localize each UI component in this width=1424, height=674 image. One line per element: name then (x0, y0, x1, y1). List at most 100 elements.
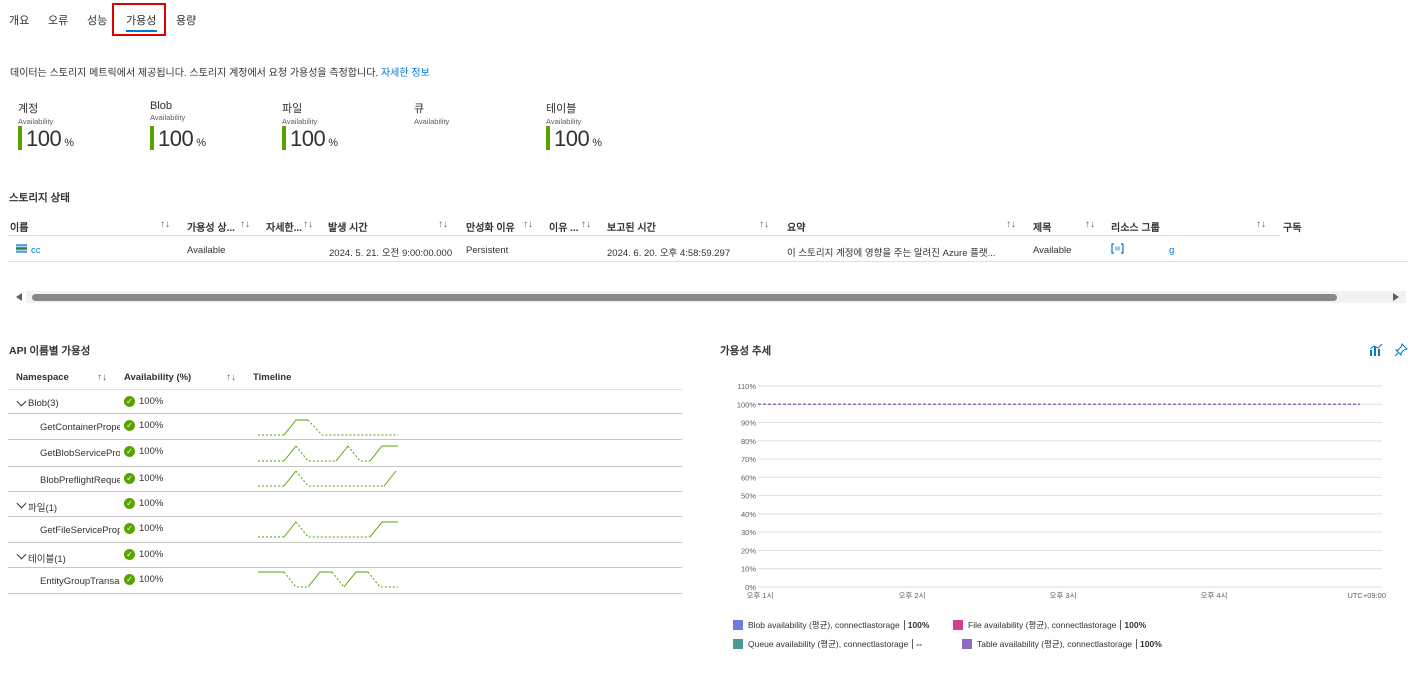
group-label: 파일 (28, 503, 46, 514)
tile-title: 큐 (414, 103, 425, 115)
col-name[interactable]: 이름 (10, 219, 28, 234)
availability-value: ✓ 100% (124, 446, 163, 457)
legend-swatch (733, 620, 743, 630)
tile-subtitle: Availability (282, 117, 318, 126)
sort-icon[interactable]: ↑↓ (226, 372, 236, 383)
sort-icon[interactable]: ↑↓ (1256, 219, 1266, 230)
sort-icon[interactable]: ↑↓ (97, 372, 107, 383)
availability-text: 100% (139, 498, 164, 509)
tab-capacity[interactable]: 용량 (176, 12, 196, 28)
col-title[interactable]: 제목 (1033, 219, 1051, 234)
sort-icon[interactable]: ↑↓ (160, 219, 170, 230)
api-group-row-table[interactable]: 테이블(1) ✓ 100% (8, 543, 682, 568)
legend-item[interactable]: Table availability (평균), connectlastorag… (962, 638, 1162, 650)
col-subscription[interactable]: 구독 (1283, 219, 1301, 234)
chevron-down-icon[interactable] (16, 396, 27, 407)
col-timeline[interactable]: Timeline (253, 372, 291, 383)
tile-title: 테이블 (546, 103, 577, 115)
tile-unit: % (196, 137, 206, 149)
horizontal-scrollbar-thumb[interactable] (32, 294, 1337, 301)
col-availability-pct[interactable]: Availability (%) (124, 372, 191, 383)
tile-value: 100 (554, 126, 590, 151)
api-row[interactable]: BlobPreflightRequest ✓ 100% (8, 467, 682, 492)
api-group-row-blob[interactable]: Blob(3) ✓ 100% (8, 390, 682, 414)
sort-icon[interactable]: ↑↓ (1006, 219, 1016, 230)
col-reason[interactable]: 이유 ... (549, 219, 579, 234)
col-reported[interactable]: 보고된 시간 (607, 219, 656, 234)
col-availability[interactable]: 가용성 상... (187, 219, 235, 234)
legend-label: Blob availability (평균), connectlastorage (748, 620, 900, 630)
api-name: GetFileServiceProperties (40, 525, 120, 536)
tab-errors[interactable]: 오류 (48, 12, 68, 28)
trend-title: 가용성 추세 (720, 345, 772, 357)
sort-icon[interactable]: ↑↓ (240, 219, 250, 230)
tile-account[interactable]: 계정 Availability 100% (18, 100, 138, 154)
learn-more-link[interactable]: 자세한 정보 (381, 68, 430, 79)
cell-reported: 2024. 6. 20. 오후 4:58:59.297 (607, 248, 731, 259)
scroll-left-arrow-icon[interactable] (16, 293, 22, 301)
tile-unit: % (592, 137, 602, 149)
legend-item[interactable]: Queue availability (평균), connectlastorag… (733, 638, 922, 650)
scroll-right-arrow-icon[interactable] (1393, 293, 1399, 301)
metrics-chart-icon[interactable] (1369, 343, 1383, 357)
y-tick-label: 80% (741, 437, 756, 446)
timeline-sparkline (258, 419, 398, 436)
api-name: GetContainerProperties (40, 422, 120, 433)
sort-icon[interactable]: ↑↓ (581, 219, 591, 230)
timezone-label: UTC+09:00 (1347, 591, 1386, 600)
availability-text: 100% (139, 549, 164, 560)
tile-file[interactable]: 파일 Availability 100% (282, 100, 402, 154)
pin-icon[interactable] (1394, 343, 1408, 357)
api-row[interactable]: EntityGroupTransaction ✓ 100% (8, 568, 682, 594)
tile-title: Blob (150, 100, 173, 112)
check-circle-icon: ✓ (124, 574, 135, 585)
check-circle-icon: ✓ (124, 523, 135, 534)
availability-text: 100% (139, 523, 164, 534)
storage-account-icon (16, 244, 27, 253)
tab-bar: 개요 오류 성능 가용성 용량 (0, 0, 300, 38)
col-namespace[interactable]: Namespace (16, 372, 69, 383)
tab-overview[interactable]: 개요 (9, 12, 29, 28)
tile-queue[interactable]: 큐 Availability (414, 100, 534, 154)
check-circle-icon: ✓ (124, 498, 135, 509)
api-name: BlobPreflightRequest (40, 475, 120, 486)
api-row[interactable]: GetContainerProperties ✓ 100% (8, 414, 682, 440)
col-details[interactable]: 자세한... (266, 219, 302, 234)
y-tick-label: 40% (741, 510, 756, 519)
col-summary[interactable]: 요약 (787, 219, 805, 234)
col-occurred[interactable]: 발생 시간 (328, 219, 368, 234)
tile-table[interactable]: 테이블 Availability 100% (546, 100, 666, 154)
tile-unit: % (328, 137, 338, 149)
y-tick-label: 10% (741, 565, 756, 574)
availability-value: ✓ 100% (124, 473, 163, 484)
sort-icon[interactable]: ↑↓ (303, 219, 313, 230)
table-row[interactable]: cc Available 2024. 5. 21. 오전 9:00:00.000… (8, 238, 1408, 262)
availability-text: 100% (139, 396, 164, 407)
legend-item[interactable]: Blob availability (평균), connectlastorage… (733, 619, 929, 631)
y-tick-label: 60% (741, 473, 756, 482)
api-row[interactable]: GetBlobServiceProperties ✓ 100% (8, 440, 682, 467)
legend-value: 100% (1136, 639, 1162, 649)
x-tick-label: 오후 4시 (1201, 591, 1228, 600)
check-circle-icon: ✓ (124, 549, 135, 560)
api-row[interactable]: GetFileServiceProperties ✓ 100% (8, 517, 682, 543)
col-chronic-reason[interactable]: 만성화 이유 (466, 219, 515, 234)
storage-account-link[interactable]: cc (31, 245, 41, 256)
storage-status-title: 스토리지 상태 (9, 192, 70, 204)
sort-icon[interactable]: ↑↓ (1085, 219, 1095, 230)
tab-performance[interactable]: 성능 (87, 12, 107, 28)
legend-item[interactable]: File availability (평균), connectlastorage… (953, 619, 1146, 631)
timeline-sparkline (258, 470, 397, 487)
resource-group-link[interactable]: g (1169, 245, 1174, 256)
tile-blob[interactable]: Blob Availability 100% (150, 100, 270, 154)
sort-icon[interactable]: ↑↓ (523, 219, 533, 230)
availability-value: ✓ 100% (124, 396, 163, 407)
chevron-down-icon[interactable] (16, 549, 27, 560)
col-resource-group[interactable]: 리소스 그룹 (1111, 219, 1160, 234)
api-group-row-file[interactable]: 파일(1) ✓ 100% (8, 492, 682, 517)
legend-label: File availability (평균), connectlastorage (968, 620, 1117, 630)
tile-title: 파일 (282, 103, 303, 115)
sort-icon[interactable]: ↑↓ (759, 219, 769, 230)
sort-icon[interactable]: ↑↓ (438, 219, 448, 230)
chevron-down-icon[interactable] (16, 498, 27, 509)
